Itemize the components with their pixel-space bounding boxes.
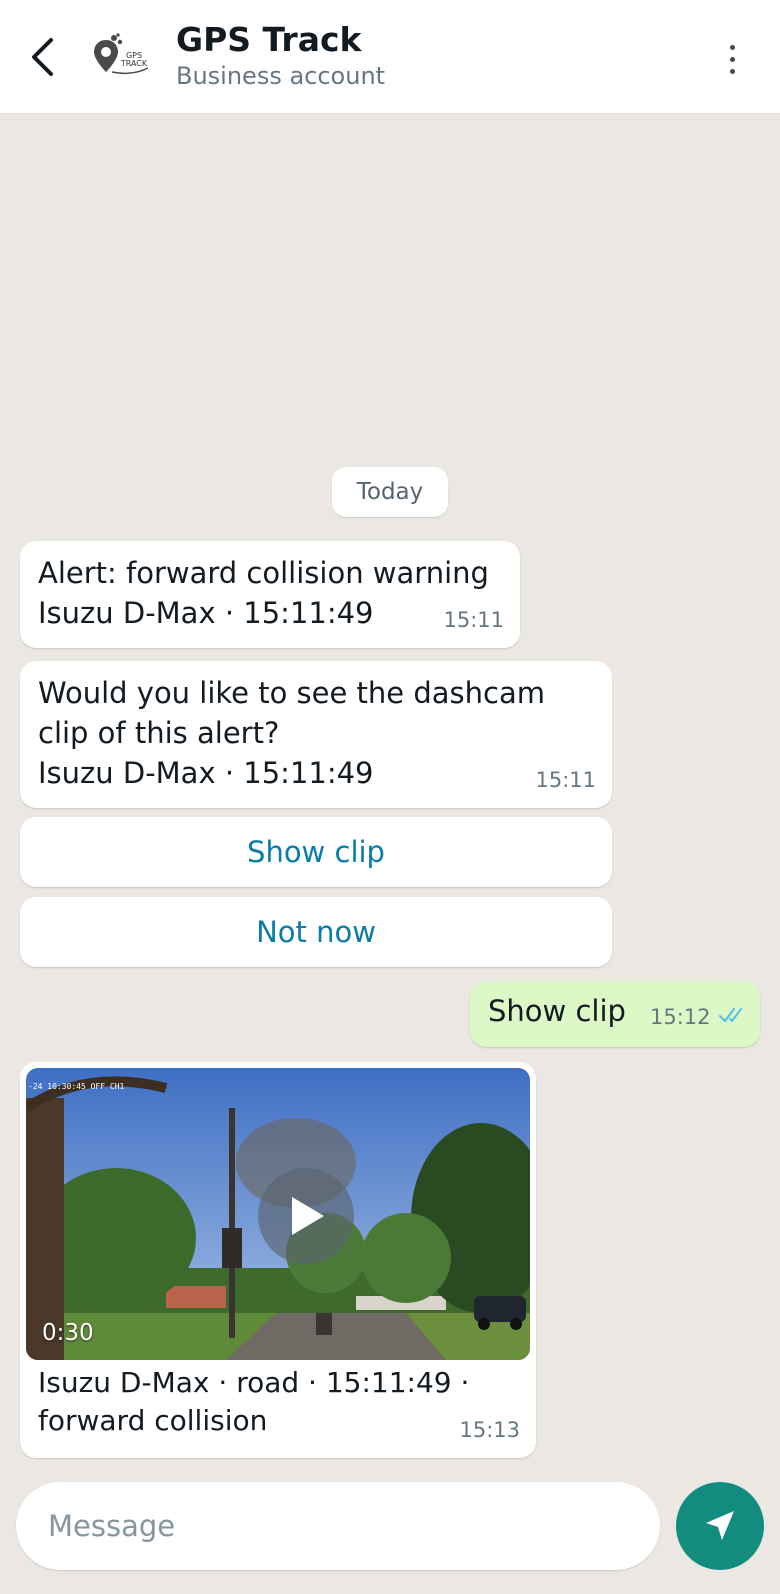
- send-icon: [706, 1511, 734, 1540]
- date-chip: Today: [332, 467, 448, 517]
- outgoing-message: Show clip 15:12: [470, 981, 760, 1047]
- avatar[interactable]: GPS TRACK: [92, 32, 152, 82]
- play-icon: [292, 1197, 324, 1235]
- message-text: Isuzu D-Max · 15:11:49: [38, 596, 374, 630]
- more-vert-icon-dot: [729, 56, 735, 62]
- quick-reply-not-now-button[interactable]: Not now: [20, 897, 612, 967]
- message-composer: [16, 1482, 660, 1570]
- more-options-button[interactable]: [716, 36, 748, 82]
- send-button[interactable]: [676, 1482, 764, 1570]
- camera-timestamp: -24 10:30:45 OFF CH1: [28, 1082, 125, 1091]
- chat-header: GPS TRACK GPS Track Business account: [0, 0, 780, 114]
- more-vert-icon: [729, 44, 735, 50]
- message-time: 15:11: [535, 768, 596, 792]
- play-button[interactable]: [258, 1168, 354, 1264]
- message-text: Isuzu D-Max · 15:11:49: [38, 756, 374, 790]
- more-vert-icon-dot: [729, 68, 735, 74]
- video-thumbnail[interactable]: -24 10:30:45 OFF CH1 0:30: [26, 1068, 530, 1360]
- video-duration: 0:30: [42, 1320, 94, 1346]
- message-time: 15:12: [650, 1005, 711, 1029]
- avatar-logo-text: GPS TRACK: [120, 51, 148, 68]
- message-time: 15:13: [459, 1418, 520, 1442]
- chat-subtitle: Business account: [176, 62, 386, 90]
- message-time: 15:11: [443, 608, 504, 632]
- message-text: Would you like to see the dashcam: [38, 676, 546, 710]
- message-text: clip of this alert?: [38, 716, 280, 750]
- video-caption: Isuzu D-Max · road · 15:11:49 · forward …: [38, 1364, 508, 1440]
- incoming-message: Would you like to see the dashcam clip o…: [20, 661, 612, 808]
- message-input[interactable]: [48, 1502, 638, 1550]
- message-text: Show clip: [488, 994, 626, 1028]
- incoming-message: Alert: forward collision warning Isuzu D…: [20, 541, 520, 648]
- back-arrow-icon: [32, 38, 53, 76]
- back-button[interactable]: [22, 34, 62, 80]
- caption-text: forward collision: [38, 1404, 268, 1437]
- quick-reply-show-clip-button[interactable]: Show clip: [20, 817, 612, 887]
- double-check-icon: [719, 1008, 742, 1022]
- video-message: -24 10:30:45 OFF CH1 0:30 Isuzu D-Max · …: [20, 1062, 536, 1458]
- chat-title[interactable]: GPS Track: [176, 20, 361, 59]
- message-text: Alert: forward collision warning: [38, 556, 489, 590]
- caption-text: Isuzu D-Max · road · 15:11:49 ·: [38, 1366, 470, 1399]
